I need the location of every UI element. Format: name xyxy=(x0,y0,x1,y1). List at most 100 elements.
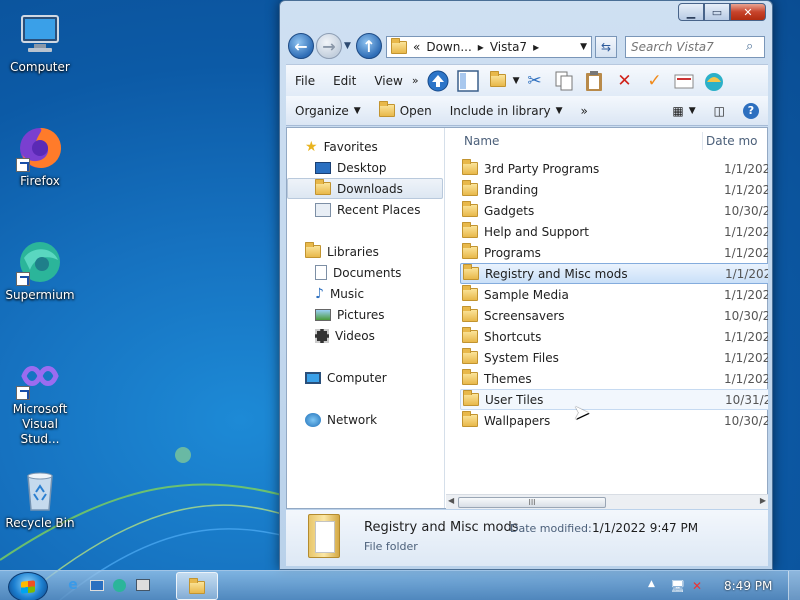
star-icon: ★ xyxy=(305,138,318,155)
horizontal-scrollbar[interactable]: ◀ III ▶ xyxy=(446,494,768,509)
refresh-icon: ⇆ xyxy=(600,40,612,54)
up-button[interactable]: ↑ xyxy=(356,33,382,59)
search-input[interactable] xyxy=(625,36,765,58)
nav-pictures[interactable]: Pictures xyxy=(315,304,385,325)
select-icon[interactable]: ✓ xyxy=(641,68,667,94)
desktop-icon-computer[interactable]: Computer xyxy=(2,4,78,84)
copy-icon[interactable] xyxy=(551,68,577,94)
folder-options-icon[interactable] xyxy=(485,68,511,94)
music-icon: ♪ xyxy=(315,285,324,302)
nav-network[interactable]: Network xyxy=(305,409,377,430)
address-bar[interactable]: « Down... ▸ Vista7 ▸ ▼ xyxy=(386,36,592,58)
nav-documents[interactable]: Documents xyxy=(315,262,401,283)
file-date: 10/31/20 xyxy=(725,392,768,407)
menu-overflow[interactable]: » xyxy=(412,74,419,87)
table-row[interactable]: Themes 1/1/2022 xyxy=(460,368,768,389)
table-row[interactable]: System Files 1/1/2022 xyxy=(460,347,768,368)
table-row[interactable]: User Tiles 10/31/20 xyxy=(460,389,768,410)
help-button[interactable]: ? xyxy=(734,102,768,119)
column-header-name[interactable]: Name xyxy=(464,128,499,154)
nav-desktop[interactable]: Desktop xyxy=(315,157,387,178)
up-folder-icon[interactable] xyxy=(425,68,451,94)
clock[interactable]: 8:49 PM xyxy=(724,579,772,593)
views-icon: ▦ xyxy=(672,103,684,118)
menu-file[interactable]: File xyxy=(286,74,324,88)
organize-button[interactable]: Organize ▼ xyxy=(286,104,370,118)
views-button[interactable]: ▦ ▼ xyxy=(663,104,704,118)
table-row[interactable]: Wallpapers 10/30/20 xyxy=(460,410,768,431)
table-row[interactable]: Programs 1/1/2022 xyxy=(460,242,768,263)
table-row[interactable]: Registry and Misc mods 1/1/2022 xyxy=(460,263,768,284)
table-row[interactable]: Gadgets 10/30/20 xyxy=(460,200,768,221)
command-overflow[interactable]: » xyxy=(572,104,597,118)
scroll-right-icon[interactable]: ▶ xyxy=(760,496,766,505)
folder-icon xyxy=(462,180,478,196)
table-row[interactable]: 3rd Party Programs 1/1/2022 xyxy=(460,158,768,179)
taskbar-explorer-button[interactable] xyxy=(176,572,218,600)
recent-pages-dropdown[interactable]: ▼ xyxy=(344,41,351,51)
nav-favorites[interactable]: ★ Favorites xyxy=(305,136,378,157)
column-header-date[interactable]: Date mo xyxy=(706,128,758,154)
refresh-button[interactable]: ⇆ xyxy=(595,36,617,58)
delete-icon[interactable]: ✕ xyxy=(611,68,637,94)
crumb-arrow-icon[interactable]: ▸ xyxy=(533,40,539,54)
internet-explorer-icon[interactable]: e xyxy=(64,576,82,594)
crumb-arrow-icon[interactable]: ▸ xyxy=(478,40,484,54)
preview-pane-button[interactable]: ◫ xyxy=(705,104,734,118)
minimize-button[interactable]: ▁ xyxy=(678,3,704,21)
cut-icon[interactable]: ✂ xyxy=(521,68,547,94)
desktop-icon-visual-studio[interactable]: Microsoft Visual Stud... xyxy=(2,346,78,446)
navigation-pane: ★ Favorites Desktop Downloads Recent Plac… xyxy=(287,128,445,508)
command-bar: Organize ▼ Open Include in library ▼ » ▦ ▼ … xyxy=(286,96,768,126)
nav-music[interactable]: ♪ Music xyxy=(315,283,364,304)
file-name: Wallpapers xyxy=(484,413,551,428)
shell-icon[interactable] xyxy=(701,68,727,94)
nav-videos[interactable]: Videos xyxy=(315,325,375,346)
volume-muted-icon[interactable]: ✕ xyxy=(692,579,702,593)
table-row[interactable]: Help and Support 1/1/2022 xyxy=(460,221,768,242)
nav-computer[interactable]: Computer xyxy=(305,367,387,388)
file-name: Shortcuts xyxy=(484,329,542,344)
folder-icon xyxy=(463,264,479,280)
file-date: 10/30/20 xyxy=(724,413,768,428)
paste-icon[interactable] xyxy=(581,68,607,94)
scroll-left-icon[interactable]: ◀ xyxy=(448,496,454,505)
table-row[interactable]: Screensavers 10/30/20 xyxy=(460,305,768,326)
recent-places-icon xyxy=(315,202,331,217)
supermium-quick-icon[interactable] xyxy=(110,576,128,594)
include-in-library-button[interactable]: Include in library ▼ xyxy=(441,104,572,118)
desktop-icon-supermium[interactable]: Supermium xyxy=(2,232,78,312)
address-dropdown-icon[interactable]: ▼ xyxy=(580,42,587,52)
show-desktop-quick-icon[interactable] xyxy=(88,576,106,594)
nav-downloads[interactable]: Downloads xyxy=(287,178,443,199)
nav-videos-label: Videos xyxy=(335,328,375,343)
maximize-button[interactable]: ▭ xyxy=(704,3,730,21)
table-row[interactable]: Branding 1/1/2022 xyxy=(460,179,768,200)
show-desktop-button[interactable] xyxy=(788,571,800,600)
properties-icon[interactable] xyxy=(671,68,697,94)
close-button[interactable]: ✕ xyxy=(730,3,766,21)
table-row[interactable]: Sample Media 1/1/2022 xyxy=(460,284,768,305)
desktop-icon-firefox[interactable]: Firefox xyxy=(2,118,78,198)
tray-overflow-icon[interactable]: ▲ xyxy=(648,579,655,589)
nav-libraries-label: Libraries xyxy=(327,244,379,259)
back-button[interactable]: ← xyxy=(288,33,314,59)
menu-edit[interactable]: Edit xyxy=(324,74,365,88)
menu-view[interactable]: View xyxy=(365,74,411,88)
forward-button[interactable]: → xyxy=(316,33,342,59)
network-tray-icon[interactable]: 🖥 xyxy=(670,579,685,593)
address-crumb-downloads[interactable]: Down... xyxy=(426,40,471,54)
views-dropdown-icon[interactable]: ▼ xyxy=(513,76,520,86)
address-crumb-vista7[interactable]: Vista7 xyxy=(490,40,527,54)
start-button[interactable] xyxy=(8,572,48,600)
address-overflow[interactable]: « xyxy=(413,40,420,54)
desktop-icon-recycle-bin[interactable]: Recycle Bin xyxy=(2,460,78,540)
window-switcher-icon[interactable] xyxy=(134,576,152,594)
search-icon[interactable]: ⌕ xyxy=(746,39,753,54)
nav-recent-places[interactable]: Recent Places xyxy=(315,199,420,220)
folder-pane-icon[interactable] xyxy=(455,68,481,94)
open-button[interactable]: Open xyxy=(370,101,441,118)
nav-libraries[interactable]: Libraries xyxy=(305,241,379,262)
scroll-thumb[interactable]: III xyxy=(458,497,606,508)
table-row[interactable]: Shortcuts 1/1/2022 xyxy=(460,326,768,347)
